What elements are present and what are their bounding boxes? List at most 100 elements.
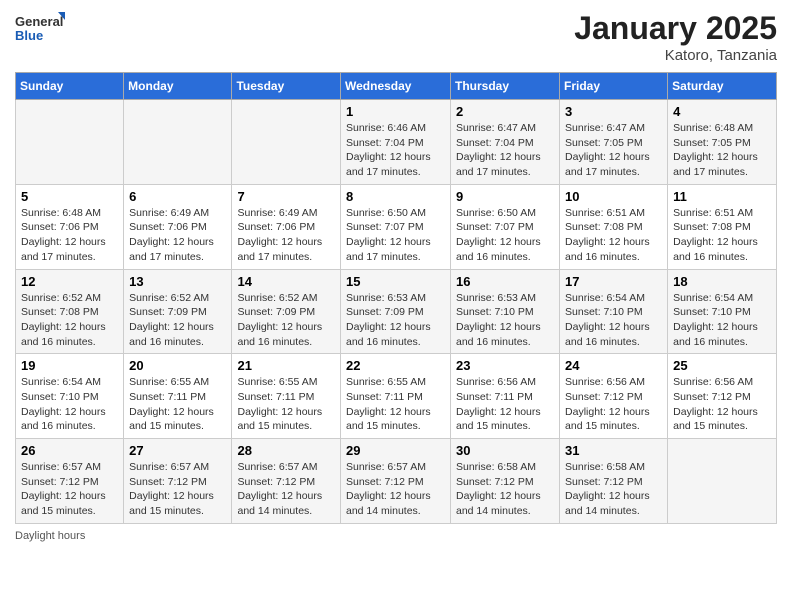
calendar-week-row: 1 Sunrise: 6:46 AMSunset: 7:04 PMDayligh…: [16, 100, 777, 185]
day-info: Sunrise: 6:57 AMSunset: 7:12 PMDaylight:…: [21, 460, 118, 519]
day-number: 4: [673, 104, 771, 119]
table-row: [668, 439, 777, 524]
day-info: Sunrise: 6:58 AMSunset: 7:12 PMDaylight:…: [456, 460, 554, 519]
table-row: 24 Sunrise: 6:56 AMSunset: 7:12 PMDaylig…: [560, 354, 668, 439]
day-info: Sunrise: 6:56 AMSunset: 7:11 PMDaylight:…: [456, 375, 554, 434]
day-number: 25: [673, 358, 771, 373]
table-row: 17 Sunrise: 6:54 AMSunset: 7:10 PMDaylig…: [560, 269, 668, 354]
day-number: 31: [565, 443, 662, 458]
table-row: [232, 100, 341, 185]
table-row: [16, 100, 124, 185]
calendar-table: Sunday Monday Tuesday Wednesday Thursday…: [15, 72, 777, 524]
day-info: Sunrise: 6:50 AMSunset: 7:07 PMDaylight:…: [346, 206, 445, 265]
table-row: 30 Sunrise: 6:58 AMSunset: 7:12 PMDaylig…: [451, 439, 560, 524]
table-row: 19 Sunrise: 6:54 AMSunset: 7:10 PMDaylig…: [16, 354, 124, 439]
day-number: 7: [237, 189, 335, 204]
day-info: Sunrise: 6:57 AMSunset: 7:12 PMDaylight:…: [237, 460, 335, 519]
day-number: 21: [237, 358, 335, 373]
table-row: 31 Sunrise: 6:58 AMSunset: 7:12 PMDaylig…: [560, 439, 668, 524]
header-thursday: Thursday: [451, 73, 560, 100]
table-row: [124, 100, 232, 185]
day-number: 2: [456, 104, 554, 119]
calendar-week-row: 19 Sunrise: 6:54 AMSunset: 7:10 PMDaylig…: [16, 354, 777, 439]
day-number: 15: [346, 274, 445, 289]
day-info: Sunrise: 6:57 AMSunset: 7:12 PMDaylight:…: [346, 460, 445, 519]
table-row: 20 Sunrise: 6:55 AMSunset: 7:11 PMDaylig…: [124, 354, 232, 439]
table-row: 6 Sunrise: 6:49 AMSunset: 7:06 PMDayligh…: [124, 184, 232, 269]
svg-text:Blue: Blue: [15, 28, 43, 43]
day-number: 10: [565, 189, 662, 204]
page-header: General Blue January 2025 Katoro, Tanzan…: [15, 10, 777, 64]
day-info: Sunrise: 6:54 AMSunset: 7:10 PMDaylight:…: [565, 291, 662, 350]
table-row: 29 Sunrise: 6:57 AMSunset: 7:12 PMDaylig…: [341, 439, 451, 524]
day-number: 27: [129, 443, 226, 458]
header-saturday: Saturday: [668, 73, 777, 100]
header-sunday: Sunday: [16, 73, 124, 100]
table-row: 7 Sunrise: 6:49 AMSunset: 7:06 PMDayligh…: [232, 184, 341, 269]
day-number: 11: [673, 189, 771, 204]
table-row: 27 Sunrise: 6:57 AMSunset: 7:12 PMDaylig…: [124, 439, 232, 524]
calendar-week-row: 5 Sunrise: 6:48 AMSunset: 7:06 PMDayligh…: [16, 184, 777, 269]
day-info: Sunrise: 6:50 AMSunset: 7:07 PMDaylight:…: [456, 206, 554, 265]
table-row: 14 Sunrise: 6:52 AMSunset: 7:09 PMDaylig…: [232, 269, 341, 354]
calendar-week-row: 26 Sunrise: 6:57 AMSunset: 7:12 PMDaylig…: [16, 439, 777, 524]
day-info: Sunrise: 6:52 AMSunset: 7:09 PMDaylight:…: [129, 291, 226, 350]
day-number: 26: [21, 443, 118, 458]
day-number: 23: [456, 358, 554, 373]
table-row: 12 Sunrise: 6:52 AMSunset: 7:08 PMDaylig…: [16, 269, 124, 354]
day-info: Sunrise: 6:55 AMSunset: 7:11 PMDaylight:…: [129, 375, 226, 434]
footer: Daylight hours: [15, 530, 777, 542]
logo-icon: General Blue: [15, 10, 65, 50]
day-info: Sunrise: 6:56 AMSunset: 7:12 PMDaylight:…: [565, 375, 662, 434]
day-info: Sunrise: 6:58 AMSunset: 7:12 PMDaylight:…: [565, 460, 662, 519]
day-info: Sunrise: 6:47 AMSunset: 7:05 PMDaylight:…: [565, 121, 662, 180]
day-info: Sunrise: 6:51 AMSunset: 7:08 PMDaylight:…: [673, 206, 771, 265]
day-number: 1: [346, 104, 445, 119]
day-info: Sunrise: 6:56 AMSunset: 7:12 PMDaylight:…: [673, 375, 771, 434]
table-row: 16 Sunrise: 6:53 AMSunset: 7:10 PMDaylig…: [451, 269, 560, 354]
table-row: 8 Sunrise: 6:50 AMSunset: 7:07 PMDayligh…: [341, 184, 451, 269]
header-monday: Monday: [124, 73, 232, 100]
day-number: 22: [346, 358, 445, 373]
day-number: 16: [456, 274, 554, 289]
table-row: 26 Sunrise: 6:57 AMSunset: 7:12 PMDaylig…: [16, 439, 124, 524]
table-row: 18 Sunrise: 6:54 AMSunset: 7:10 PMDaylig…: [668, 269, 777, 354]
table-row: 22 Sunrise: 6:55 AMSunset: 7:11 PMDaylig…: [341, 354, 451, 439]
day-info: Sunrise: 6:49 AMSunset: 7:06 PMDaylight:…: [129, 206, 226, 265]
day-info: Sunrise: 6:55 AMSunset: 7:11 PMDaylight:…: [346, 375, 445, 434]
table-row: 13 Sunrise: 6:52 AMSunset: 7:09 PMDaylig…: [124, 269, 232, 354]
calendar-week-row: 12 Sunrise: 6:52 AMSunset: 7:08 PMDaylig…: [16, 269, 777, 354]
day-info: Sunrise: 6:48 AMSunset: 7:05 PMDaylight:…: [673, 121, 771, 180]
header-tuesday: Tuesday: [232, 73, 341, 100]
table-row: 23 Sunrise: 6:56 AMSunset: 7:11 PMDaylig…: [451, 354, 560, 439]
day-number: 9: [456, 189, 554, 204]
day-info: Sunrise: 6:49 AMSunset: 7:06 PMDaylight:…: [237, 206, 335, 265]
month-year-title: January 2025: [574, 10, 777, 47]
day-number: 30: [456, 443, 554, 458]
day-number: 20: [129, 358, 226, 373]
day-number: 17: [565, 274, 662, 289]
table-row: 3 Sunrise: 6:47 AMSunset: 7:05 PMDayligh…: [560, 100, 668, 185]
table-row: 11 Sunrise: 6:51 AMSunset: 7:08 PMDaylig…: [668, 184, 777, 269]
day-info: Sunrise: 6:54 AMSunset: 7:10 PMDaylight:…: [21, 375, 118, 434]
day-number: 19: [21, 358, 118, 373]
weekday-header-row: Sunday Monday Tuesday Wednesday Thursday…: [16, 73, 777, 100]
day-info: Sunrise: 6:52 AMSunset: 7:08 PMDaylight:…: [21, 291, 118, 350]
day-number: 12: [21, 274, 118, 289]
table-row: 10 Sunrise: 6:51 AMSunset: 7:08 PMDaylig…: [560, 184, 668, 269]
day-number: 18: [673, 274, 771, 289]
day-number: 6: [129, 189, 226, 204]
day-number: 3: [565, 104, 662, 119]
location-title: Katoro, Tanzania: [574, 47, 777, 64]
header-friday: Friday: [560, 73, 668, 100]
day-info: Sunrise: 6:53 AMSunset: 7:09 PMDaylight:…: [346, 291, 445, 350]
day-info: Sunrise: 6:48 AMSunset: 7:06 PMDaylight:…: [21, 206, 118, 265]
day-number: 5: [21, 189, 118, 204]
table-row: 15 Sunrise: 6:53 AMSunset: 7:09 PMDaylig…: [341, 269, 451, 354]
day-number: 13: [129, 274, 226, 289]
day-info: Sunrise: 6:57 AMSunset: 7:12 PMDaylight:…: [129, 460, 226, 519]
day-info: Sunrise: 6:54 AMSunset: 7:10 PMDaylight:…: [673, 291, 771, 350]
daylight-label: Daylight hours: [15, 530, 85, 542]
day-info: Sunrise: 6:53 AMSunset: 7:10 PMDaylight:…: [456, 291, 554, 350]
svg-text:General: General: [15, 14, 63, 29]
